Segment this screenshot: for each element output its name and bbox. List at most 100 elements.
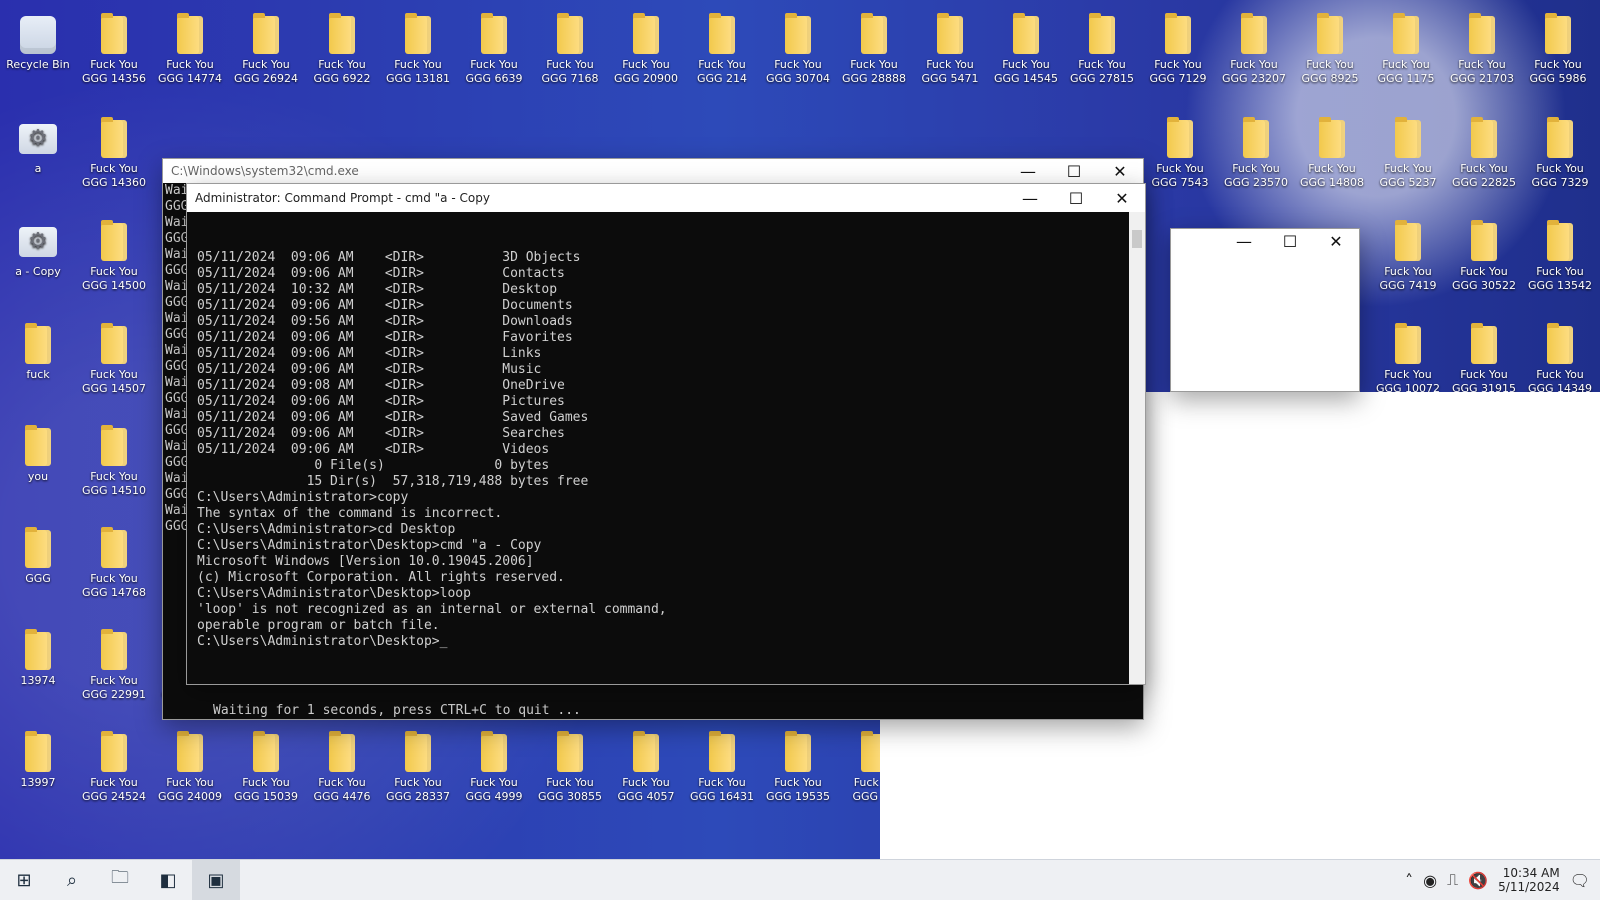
search-button[interactable]: ⌕ bbox=[48, 860, 96, 900]
desktop-icon[interactable]: Fuck You GGG 28337 bbox=[380, 726, 456, 818]
desktop-icon[interactable]: Fuck You GGG 5471 bbox=[912, 8, 988, 100]
desktop-icon[interactable]: Fuck You GGG 30855 bbox=[532, 726, 608, 818]
folder-icon: 🗀 bbox=[111, 867, 129, 888]
desktop-icon-label: Fuck You GGG 4999 bbox=[465, 776, 523, 803]
folder-icon bbox=[253, 731, 279, 772]
desktop-icon[interactable]: Fuck You GGG 14507 bbox=[76, 318, 152, 410]
desktop-icon[interactable]: Fuck You GGG 14360 bbox=[76, 112, 152, 204]
minimize-button[interactable]: — bbox=[1007, 184, 1053, 212]
desktop-icon[interactable]: GGG bbox=[0, 522, 76, 614]
notifications-icon[interactable]: 🗨 bbox=[1570, 871, 1590, 890]
desktop-icon-label: Fuck You GGG 14510 bbox=[81, 470, 147, 497]
network-icon[interactable]: ⎍ bbox=[1447, 870, 1458, 890]
desktop-icon[interactable]: Recycle Bin bbox=[0, 8, 76, 100]
desktop-icon[interactable]: Fuck You GGG 26924 bbox=[228, 8, 304, 100]
desktop-icon[interactable]: Fuck You GGG 22991 bbox=[76, 624, 152, 716]
maximize-button[interactable]: ☐ bbox=[1051, 157, 1097, 185]
desktop-icon[interactable]: Fuck You GGG 7168 bbox=[532, 8, 608, 100]
desktop-icon[interactable]: Fuck You GGG 4057 bbox=[608, 726, 684, 818]
desktop-icon[interactable]: Fuck You GGG 13542 bbox=[1522, 215, 1598, 307]
app-button[interactable]: ◧ bbox=[144, 860, 192, 900]
desktop-icon[interactable]: Fuck You GGG 5986 bbox=[1520, 8, 1596, 100]
desktop-icon[interactable]: Fuck You GGG 15039 bbox=[228, 726, 304, 818]
desktop-icon[interactable]: Fuck You GGG 7129 bbox=[1140, 8, 1216, 100]
maximize-button[interactable]: ☐ bbox=[1053, 184, 1099, 212]
folder-icon bbox=[1013, 13, 1039, 54]
desktop-icon[interactable]: Fuck You GGG 24009 bbox=[152, 726, 228, 818]
desktop-icon-label: Fuck You GGG 21703 bbox=[1449, 58, 1515, 85]
file-explorer-button[interactable]: 🗀 bbox=[96, 860, 144, 900]
cmd-scrollbar[interactable] bbox=[1129, 212, 1145, 684]
folder-icon bbox=[1395, 220, 1421, 261]
desktop-icon[interactable]: Fuck You GGG 6922 bbox=[304, 8, 380, 100]
desktop-icon[interactable]: Fuck You GGG 24524 bbox=[76, 726, 152, 818]
folder-icon bbox=[1395, 117, 1421, 158]
desktop-icon[interactable]: Fuck You GGG 14545 bbox=[988, 8, 1064, 100]
meet-now-icon[interactable]: ◉ bbox=[1423, 871, 1437, 890]
desktop-icon-label: Fuck You GGG 28337 bbox=[385, 776, 451, 803]
folder-icon bbox=[1547, 323, 1573, 364]
desktop-icon[interactable]: Fuck You GGG 214 bbox=[684, 8, 760, 100]
desktop-icon[interactable]: Fuck You GGG 28888 bbox=[836, 8, 912, 100]
scroll-thumb[interactable] bbox=[1132, 230, 1142, 248]
close-button[interactable]: ✕ bbox=[1099, 184, 1145, 212]
folder-icon bbox=[101, 220, 127, 261]
desktop-icon[interactable]: Fuck You GGG 22825 bbox=[1446, 112, 1522, 204]
desktop-icon-label: Fuck You GGG 7168 bbox=[541, 58, 599, 85]
shortcut-icon bbox=[19, 124, 57, 154]
desktop-icon[interactable]: Fuck You GGG 4999 bbox=[456, 726, 532, 818]
desktop-icon-label: Fuck You GGG 14356 bbox=[81, 58, 147, 85]
desktop-icon-label: Fuck You GGG 7543 bbox=[1151, 162, 1209, 189]
desktop-icon[interactable]: Fuck You GGG 8925 bbox=[1292, 8, 1368, 100]
desktop-icon[interactable]: Fuck You GGG 14356 bbox=[76, 8, 152, 100]
desktop-icon[interactable]: Fuck You GGG 13181 bbox=[380, 8, 456, 100]
desktop-icon[interactable]: Fuck You GGG 14510 bbox=[76, 420, 152, 512]
cmd-taskbar-button[interactable]: ▣ bbox=[192, 860, 240, 900]
maximize-button[interactable]: ☐ bbox=[1267, 227, 1313, 255]
desktop-icon[interactable]: Fuck You GGG 19535 bbox=[760, 726, 836, 818]
close-button[interactable]: ✕ bbox=[1097, 157, 1143, 185]
cmd-line: 'loop' is not recognized as an internal … bbox=[197, 602, 667, 617]
desktop-icon[interactable]: 13974 bbox=[0, 624, 76, 716]
volume-muted-icon[interactable]: 🔇 bbox=[1468, 871, 1488, 890]
desktop-icon[interactable]: Fuck You GGG 7329 bbox=[1522, 112, 1598, 204]
desktop-icon[interactable]: Fuck You GGG 14774 bbox=[152, 8, 228, 100]
cmd-window-front[interactable]: Administrator: Command Prompt - cmd "a -… bbox=[186, 183, 1146, 685]
folder-icon bbox=[177, 13, 203, 54]
folder-icon bbox=[1395, 323, 1421, 364]
desktop-icon[interactable]: Fuck You GGG 20900 bbox=[608, 8, 684, 100]
desktop-icon-label: 13974 bbox=[20, 674, 56, 687]
desktop-icon[interactable]: a bbox=[0, 112, 76, 204]
desktop-icon-label: Fuck You GGG 26924 bbox=[233, 58, 299, 85]
desktop-icon[interactable]: Fuck You GGG 30522 bbox=[1446, 215, 1522, 307]
clock[interactable]: 10:34 AM 5/11/2024 bbox=[1498, 866, 1560, 894]
close-button[interactable]: ✕ bbox=[1313, 227, 1359, 255]
desktop-icon[interactable]: Fuck You GGG 7419 bbox=[1370, 215, 1446, 307]
desktop-icon[interactable]: Fuck You GGG 14768 bbox=[76, 522, 152, 614]
desktop-icon[interactable]: 13997 bbox=[0, 726, 76, 818]
desktop-icon[interactable]: Fuck You GGG 14500 bbox=[76, 215, 152, 307]
chevron-up-icon[interactable]: ˄ bbox=[1405, 871, 1413, 890]
desktop-icon[interactable]: Fuck You GGG 14808 bbox=[1294, 112, 1370, 204]
cmd-line: C:\Users\Administrator>copy bbox=[197, 490, 409, 505]
desktop-icon[interactable]: Fuck You GGG 4476 bbox=[304, 726, 380, 818]
desktop-icon[interactable]: Fuck You GGG 1175 bbox=[1368, 8, 1444, 100]
desktop-icon[interactable]: Fuck You GGG 16431 bbox=[684, 726, 760, 818]
folder-icon bbox=[101, 629, 127, 670]
desktop-icon[interactable]: Fuck You GGG 7543 bbox=[1142, 112, 1218, 204]
desktop-icon[interactable]: fuck bbox=[0, 318, 76, 410]
desktop-icon[interactable]: Fuck You GGG 30704 bbox=[760, 8, 836, 100]
desktop-icon[interactable]: a - Copy bbox=[0, 215, 76, 307]
desktop-icon[interactable]: Fuck You GGG 6639 bbox=[456, 8, 532, 100]
cmd-line: operable program or batch file. bbox=[197, 618, 440, 633]
minimize-button[interactable]: — bbox=[1221, 227, 1267, 255]
desktop-icon[interactable]: Fuck You GGG 21703 bbox=[1444, 8, 1520, 100]
minimize-button[interactable]: — bbox=[1005, 157, 1051, 185]
desktop-icon[interactable]: Fuck You GGG 23570 bbox=[1218, 112, 1294, 204]
desktop-icon[interactable]: Fuck You GGG 27815 bbox=[1064, 8, 1140, 100]
desktop-icon[interactable]: Fuck You GGG 5237 bbox=[1370, 112, 1446, 204]
desktop-icon-label: Fuck You GGG 30704 bbox=[765, 58, 831, 85]
desktop-icon[interactable]: Fuck You GGG 23207 bbox=[1216, 8, 1292, 100]
desktop-icon[interactable]: you bbox=[0, 420, 76, 512]
start-button[interactable]: ⊞ bbox=[0, 860, 48, 900]
